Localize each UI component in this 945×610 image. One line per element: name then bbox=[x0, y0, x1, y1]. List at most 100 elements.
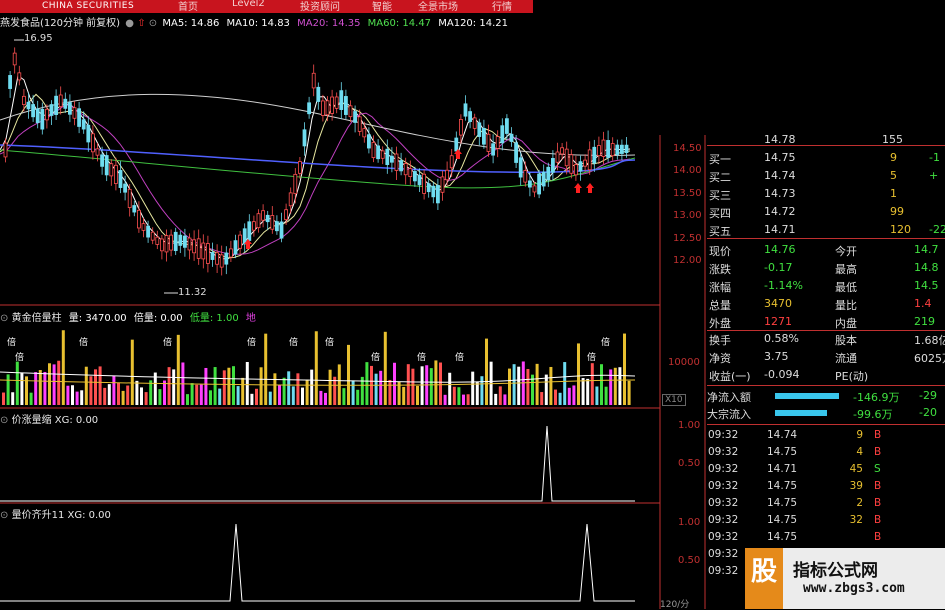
candle-body bbox=[192, 239, 197, 254]
quote-separator bbox=[707, 145, 945, 147]
volume-bar bbox=[75, 391, 79, 405]
candle-body bbox=[146, 225, 151, 238]
indicator2-tick: 1.00 bbox=[678, 420, 701, 431]
volume-bar bbox=[232, 366, 235, 405]
candle-body bbox=[40, 108, 45, 130]
candle-body bbox=[100, 154, 104, 167]
watermark-banner: 股 指标公式网 www.zbgs3.com bbox=[745, 548, 945, 609]
candle-body bbox=[624, 144, 629, 154]
volume-bar bbox=[190, 383, 194, 405]
moving-averages bbox=[0, 74, 636, 260]
candle-body bbox=[77, 108, 81, 127]
price-tick: 13.50 bbox=[673, 188, 702, 199]
candle-body bbox=[532, 185, 537, 193]
volume-bar bbox=[71, 385, 74, 405]
stat-label: 今开 bbox=[835, 245, 857, 258]
candle-body bbox=[380, 150, 385, 159]
stat-label: 总量 bbox=[709, 299, 731, 312]
stat-value: -0.094 bbox=[764, 368, 800, 381]
indicator3-title[interactable]: 量价齐升11 XG: 0.00 bbox=[12, 510, 111, 521]
watermark-badge: 股 bbox=[745, 548, 783, 609]
candle-body bbox=[224, 252, 229, 265]
stat-value: 14.5 bbox=[914, 279, 939, 292]
candle-body bbox=[537, 173, 541, 195]
volume-bar bbox=[259, 367, 263, 405]
candle-body bbox=[132, 205, 137, 213]
settings-icon[interactable]: ⊙ bbox=[0, 510, 8, 521]
candle-body bbox=[463, 103, 468, 117]
candle-body bbox=[210, 252, 215, 260]
indicator2-title[interactable]: 价涨量缩 XG: 0.00 bbox=[12, 415, 99, 426]
volume-bar bbox=[112, 375, 116, 405]
ma20-label: MA20: 14.35 bbox=[297, 18, 361, 29]
tick-price: 14.71 bbox=[767, 463, 798, 475]
candle-body bbox=[426, 183, 431, 193]
flow-label: 大宗流入 bbox=[707, 408, 751, 421]
ma5-line bbox=[0, 74, 631, 260]
stock-title[interactable]: 燕发食品(120分钟 前复权) bbox=[0, 18, 120, 29]
candle-body bbox=[8, 75, 13, 89]
volume-bar bbox=[480, 376, 484, 405]
flow-bar bbox=[775, 393, 839, 399]
volume-indicator-title[interactable]: 黄金倍量柱 bbox=[12, 313, 62, 324]
settings-icon[interactable]: ⊙ bbox=[0, 313, 8, 324]
volume-bar bbox=[526, 369, 530, 405]
volume-bar bbox=[517, 366, 521, 405]
volume-bar bbox=[416, 385, 419, 405]
tick-price: 14.75 bbox=[767, 531, 798, 543]
stat-label: 涨幅 bbox=[709, 281, 731, 294]
tick-price: 14.74 bbox=[767, 429, 798, 441]
volume-bar bbox=[572, 385, 576, 405]
bid-row[interactable]: 买一 14.75 9 -1 bbox=[707, 151, 945, 167]
bid-row[interactable]: 买三 14.73 1 bbox=[707, 187, 945, 203]
volume-bar bbox=[448, 372, 452, 405]
candle-body bbox=[343, 96, 348, 115]
watermark-url: www.zbgs3.com bbox=[803, 581, 905, 596]
stat-value: 6025万 bbox=[914, 352, 945, 365]
tick-side: B bbox=[874, 514, 882, 526]
candlesticks bbox=[3, 47, 629, 276]
trade-tick-row: 09:32 14.75 32 B bbox=[707, 514, 945, 530]
volume-bar bbox=[43, 371, 47, 405]
price-tick: 13.00 bbox=[673, 210, 702, 221]
quote-separator bbox=[707, 424, 945, 426]
candle-body bbox=[555, 151, 560, 163]
candle-body bbox=[247, 221, 252, 241]
settings-icon[interactable]: ⊙ bbox=[0, 415, 8, 426]
bid-row[interactable]: 买四 14.72 99 bbox=[707, 205, 945, 221]
volume-bar bbox=[241, 377, 245, 405]
bid-row[interactable]: 买五 14.71 120 -22 bbox=[707, 223, 945, 239]
stat-label: 流通 bbox=[835, 352, 857, 365]
candle-body bbox=[376, 145, 381, 160]
volume-bar bbox=[379, 370, 383, 405]
candle-body bbox=[357, 116, 362, 132]
candle-body bbox=[348, 105, 353, 118]
candle-body bbox=[58, 94, 63, 108]
tick-time: 09:32 bbox=[708, 446, 739, 458]
volume-bar bbox=[38, 370, 42, 405]
ground-volume-label: 地 bbox=[245, 313, 256, 324]
quote-stat-row: 换手 0.58% 股本 1.68亿 bbox=[707, 332, 945, 348]
tick-time: 09:32 bbox=[708, 565, 739, 577]
candle-body bbox=[261, 210, 266, 221]
bid-label: 买五 bbox=[709, 225, 731, 238]
candle-body bbox=[293, 173, 298, 195]
bid-row[interactable]: 买二 14.74 5 + bbox=[707, 169, 945, 185]
candle-body bbox=[233, 240, 238, 255]
candle-body bbox=[251, 221, 256, 231]
adjust-menu-icon[interactable]: ● bbox=[125, 18, 134, 29]
stat-label: 最高 bbox=[835, 263, 857, 276]
bid-price: 14.71 bbox=[764, 223, 796, 236]
candle-body bbox=[118, 170, 123, 188]
volume-bar bbox=[420, 366, 424, 405]
volume-bar bbox=[140, 387, 143, 405]
volume-bar bbox=[600, 364, 603, 405]
candle-body bbox=[528, 180, 532, 188]
volume-bar bbox=[296, 373, 300, 405]
volume-bar bbox=[6, 374, 10, 405]
volume-bar bbox=[590, 363, 594, 405]
tick-time: 09:32 bbox=[708, 514, 739, 526]
volume-price-rise-signal bbox=[0, 523, 635, 602]
candle-body bbox=[284, 209, 289, 221]
settings-icon[interactable]: ⊙ bbox=[149, 18, 157, 29]
